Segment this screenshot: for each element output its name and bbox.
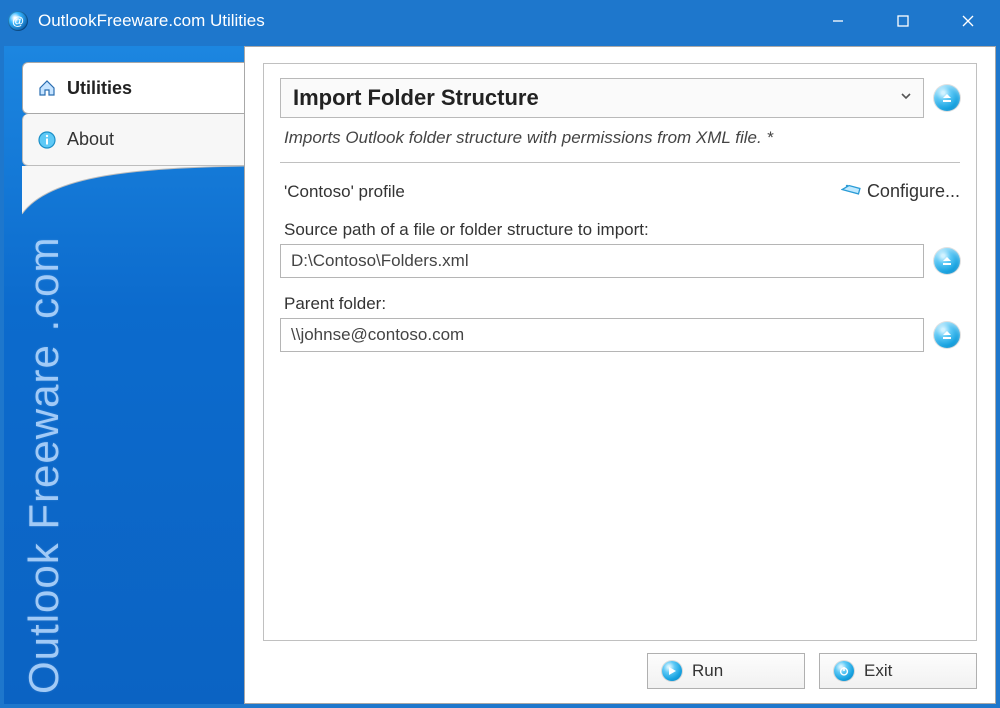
configure-link[interactable]: Configure... — [841, 179, 960, 204]
minimize-button[interactable] — [805, 0, 870, 42]
configure-label: Configure... — [867, 181, 960, 202]
exit-button-label: Exit — [864, 661, 892, 681]
profile-label: 'Contoso' profile — [284, 182, 405, 202]
chevron-down-icon — [899, 89, 913, 107]
sidebar-tab-label: Utilities — [67, 78, 132, 99]
sidebar-tab-utilities[interactable]: Utilities — [22, 62, 244, 114]
window-title: OutlookFreeware.com Utilities — [38, 11, 265, 31]
sidebar-tab-label: About — [67, 129, 114, 150]
utility-selector[interactable]: Import Folder Structure — [280, 78, 924, 118]
utility-description: Imports Outlook folder structure with pe… — [280, 128, 960, 163]
tag-icon — [841, 179, 861, 204]
run-button-label: Run — [692, 661, 723, 681]
title-bar: @ OutlookFreeware.com Utilities — [0, 0, 1000, 42]
browse-source-button[interactable] — [934, 248, 960, 274]
brand-watermark: Outlook Freeware .com — [4, 222, 84, 702]
utility-panel: Import Folder Structure Imports Outlook … — [263, 63, 977, 641]
run-button[interactable]: Run — [647, 653, 805, 689]
app-icon: @ — [8, 11, 28, 31]
maximize-button[interactable] — [870, 0, 935, 42]
bottom-bar: Run Exit — [263, 641, 977, 689]
close-button[interactable] — [935, 0, 1000, 42]
home-icon — [37, 78, 57, 98]
sidebar-tab-about[interactable]: About — [22, 114, 244, 166]
content-area: Import Folder Structure Imports Outlook … — [244, 46, 996, 704]
parent-folder-label: Parent folder: — [280, 294, 960, 314]
eject-utility-button[interactable] — [934, 85, 960, 111]
exit-button[interactable]: Exit — [819, 653, 977, 689]
browse-parent-button[interactable] — [934, 322, 960, 348]
sidebar: Utilities About Outlook Freeware .com — [4, 46, 244, 704]
source-path-label: Source path of a file or folder structur… — [280, 220, 960, 240]
play-icon — [662, 661, 682, 681]
utility-selector-label: Import Folder Structure — [293, 85, 539, 111]
info-icon — [37, 130, 57, 150]
source-path-input[interactable] — [280, 244, 924, 278]
power-icon — [834, 661, 854, 681]
parent-folder-input[interactable] — [280, 318, 924, 352]
